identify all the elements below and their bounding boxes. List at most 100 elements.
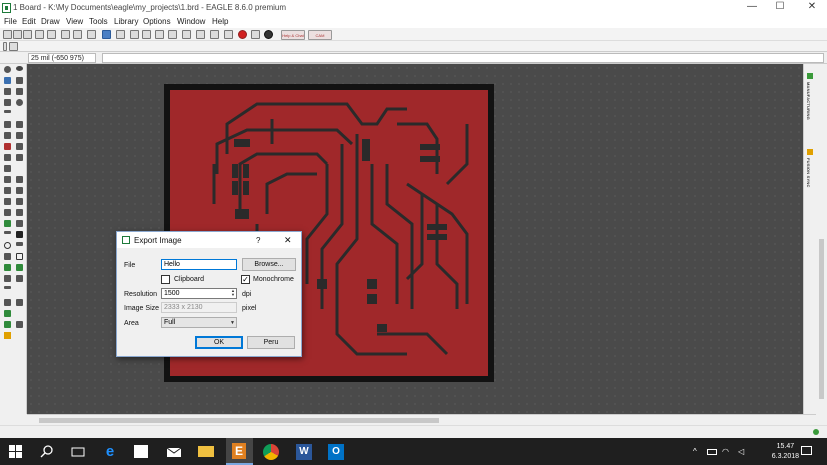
area-select[interactable]: Full <box>161 317 237 328</box>
redo-icon[interactable] <box>210 30 219 39</box>
slice-icon[interactable] <box>16 220 23 227</box>
menu-view[interactable]: View <box>66 17 83 26</box>
dialog-close-button[interactable]: ✕ <box>284 235 292 246</box>
group-icon[interactable] <box>16 88 23 95</box>
attribute-icon[interactable] <box>4 275 11 282</box>
taskbar-clock[interactable]: 15.47 6.3.2018 <box>772 442 799 462</box>
mirror-icon[interactable] <box>4 99 11 106</box>
chrome-icon[interactable] <box>263 444 279 460</box>
undo2-icon[interactable] <box>224 30 233 39</box>
open-icon[interactable] <box>3 30 12 39</box>
zoom-fit-icon[interactable] <box>116 30 125 39</box>
minimize-button[interactable]: — <box>737 0 767 16</box>
cam-icon[interactable] <box>35 30 44 39</box>
ok-button[interactable]: OK <box>195 336 243 349</box>
drc-icon[interactable] <box>4 310 11 317</box>
fusion-sync-tab[interactable]: FUSION SYNC <box>806 158 811 188</box>
board-icon[interactable] <box>47 30 56 39</box>
route-multi-icon[interactable] <box>4 220 11 227</box>
copy-icon[interactable] <box>4 121 11 128</box>
network-icon[interactable]: ◠ <box>722 447 729 456</box>
mail-icon[interactable] <box>166 444 182 460</box>
ripup-icon[interactable] <box>16 209 23 216</box>
horizontal-scrollbar[interactable] <box>27 414 816 425</box>
info-icon[interactable] <box>4 66 11 73</box>
command-line-input[interactable] <box>102 53 824 63</box>
change-icon[interactable] <box>16 132 23 139</box>
via-icon[interactable] <box>4 264 11 271</box>
menu-edit[interactable]: Edit <box>22 17 36 26</box>
horizontal-scroll-thumb[interactable] <box>39 418 439 423</box>
zoom-in-icon[interactable] <box>130 30 139 39</box>
volume-icon[interactable]: ◁ <box>738 447 744 456</box>
fusion-sync-icon[interactable] <box>807 149 813 155</box>
vertical-scroll-thumb[interactable] <box>819 239 824 399</box>
task-view-icon[interactable] <box>70 444 86 460</box>
script-icon[interactable] <box>87 30 96 39</box>
autorouter-icon[interactable] <box>16 299 23 306</box>
measure-icon[interactable] <box>4 286 11 289</box>
name-icon[interactable] <box>4 187 11 194</box>
library-icon[interactable] <box>73 30 82 39</box>
polygon-icon[interactable] <box>16 253 23 260</box>
print-icon[interactable] <box>23 30 32 39</box>
zoom-out-icon[interactable] <box>142 30 151 39</box>
stop-icon[interactable] <box>238 30 247 39</box>
rotate-icon[interactable] <box>16 99 23 106</box>
menu-library[interactable]: Library <box>114 17 138 26</box>
search-icon[interactable] <box>39 444 55 460</box>
delete-icon[interactable] <box>4 132 11 139</box>
paste-icon[interactable] <box>16 121 23 128</box>
resolution-input[interactable]: 1500 <box>161 288 237 299</box>
replace-icon[interactable] <box>16 143 23 150</box>
manufacturing-tab[interactable]: MANUFACTURING <box>806 82 811 120</box>
cancel-button[interactable]: Peru <box>247 336 295 349</box>
close-button[interactable]: ✕ <box>797 0 827 16</box>
file-input[interactable]: Hello <box>161 259 237 270</box>
layer-settings-icon[interactable] <box>9 42 18 51</box>
store-icon[interactable] <box>134 445 148 458</box>
ulp-icon[interactable] <box>102 30 111 39</box>
monochrome-checkbox[interactable]: ✓ <box>241 275 250 284</box>
resolution-spinner-icon[interactable]: ▲ ▼ <box>230 289 236 298</box>
menu-tools[interactable]: Tools <box>89 17 108 26</box>
undo-icon[interactable] <box>196 30 205 39</box>
start-button[interactable] <box>8 444 24 460</box>
menu-window[interactable]: Window <box>177 17 205 26</box>
errors-icon[interactable] <box>16 321 23 328</box>
dialog-help-button[interactable]: ? <box>256 236 260 245</box>
arc-icon[interactable] <box>16 242 23 246</box>
value-icon[interactable] <box>16 176 23 183</box>
line-icon[interactable] <box>4 231 11 234</box>
browse-button[interactable]: Browse... <box>242 258 296 271</box>
action-center-icon[interactable] <box>801 446 812 455</box>
eagle-taskbar-icon[interactable]: E <box>226 438 253 465</box>
label-icon[interactable] <box>16 187 23 194</box>
vertical-scrollbar[interactable] <box>816 64 827 414</box>
rect-icon[interactable] <box>4 253 11 260</box>
maximize-button[interactable]: ☐ <box>765 0 795 16</box>
edge-icon[interactable]: e <box>102 444 118 460</box>
word-icon[interactable]: W <box>296 444 312 460</box>
show-icon[interactable] <box>16 66 23 71</box>
battery-icon[interactable] <box>707 449 717 455</box>
go-icon[interactable] <box>251 30 260 39</box>
show-hidden-icons-chevron-icon[interactable]: ^ <box>693 447 697 456</box>
hole-icon[interactable] <box>16 264 23 271</box>
menu-draw[interactable]: Draw <box>41 17 60 26</box>
optimize-icon[interactable] <box>16 154 23 161</box>
miter-icon[interactable] <box>4 198 11 205</box>
zoom-last-icon[interactable] <box>168 30 177 39</box>
erc-icon[interactable] <box>4 321 11 328</box>
help-icon[interactable] <box>264 30 273 39</box>
smash-icon[interactable] <box>4 176 11 183</box>
route-icon[interactable] <box>4 209 11 216</box>
ratsnest-icon[interactable] <box>4 299 11 306</box>
menu-options[interactable]: Options <box>143 17 171 26</box>
file-explorer-icon[interactable] <box>198 446 214 457</box>
add-icon[interactable] <box>4 143 11 150</box>
manufacturing-icon[interactable] <box>807 73 813 79</box>
save-icon[interactable] <box>13 30 22 39</box>
outlook-icon[interactable]: O <box>328 444 344 460</box>
schematic-icon[interactable] <box>61 30 70 39</box>
